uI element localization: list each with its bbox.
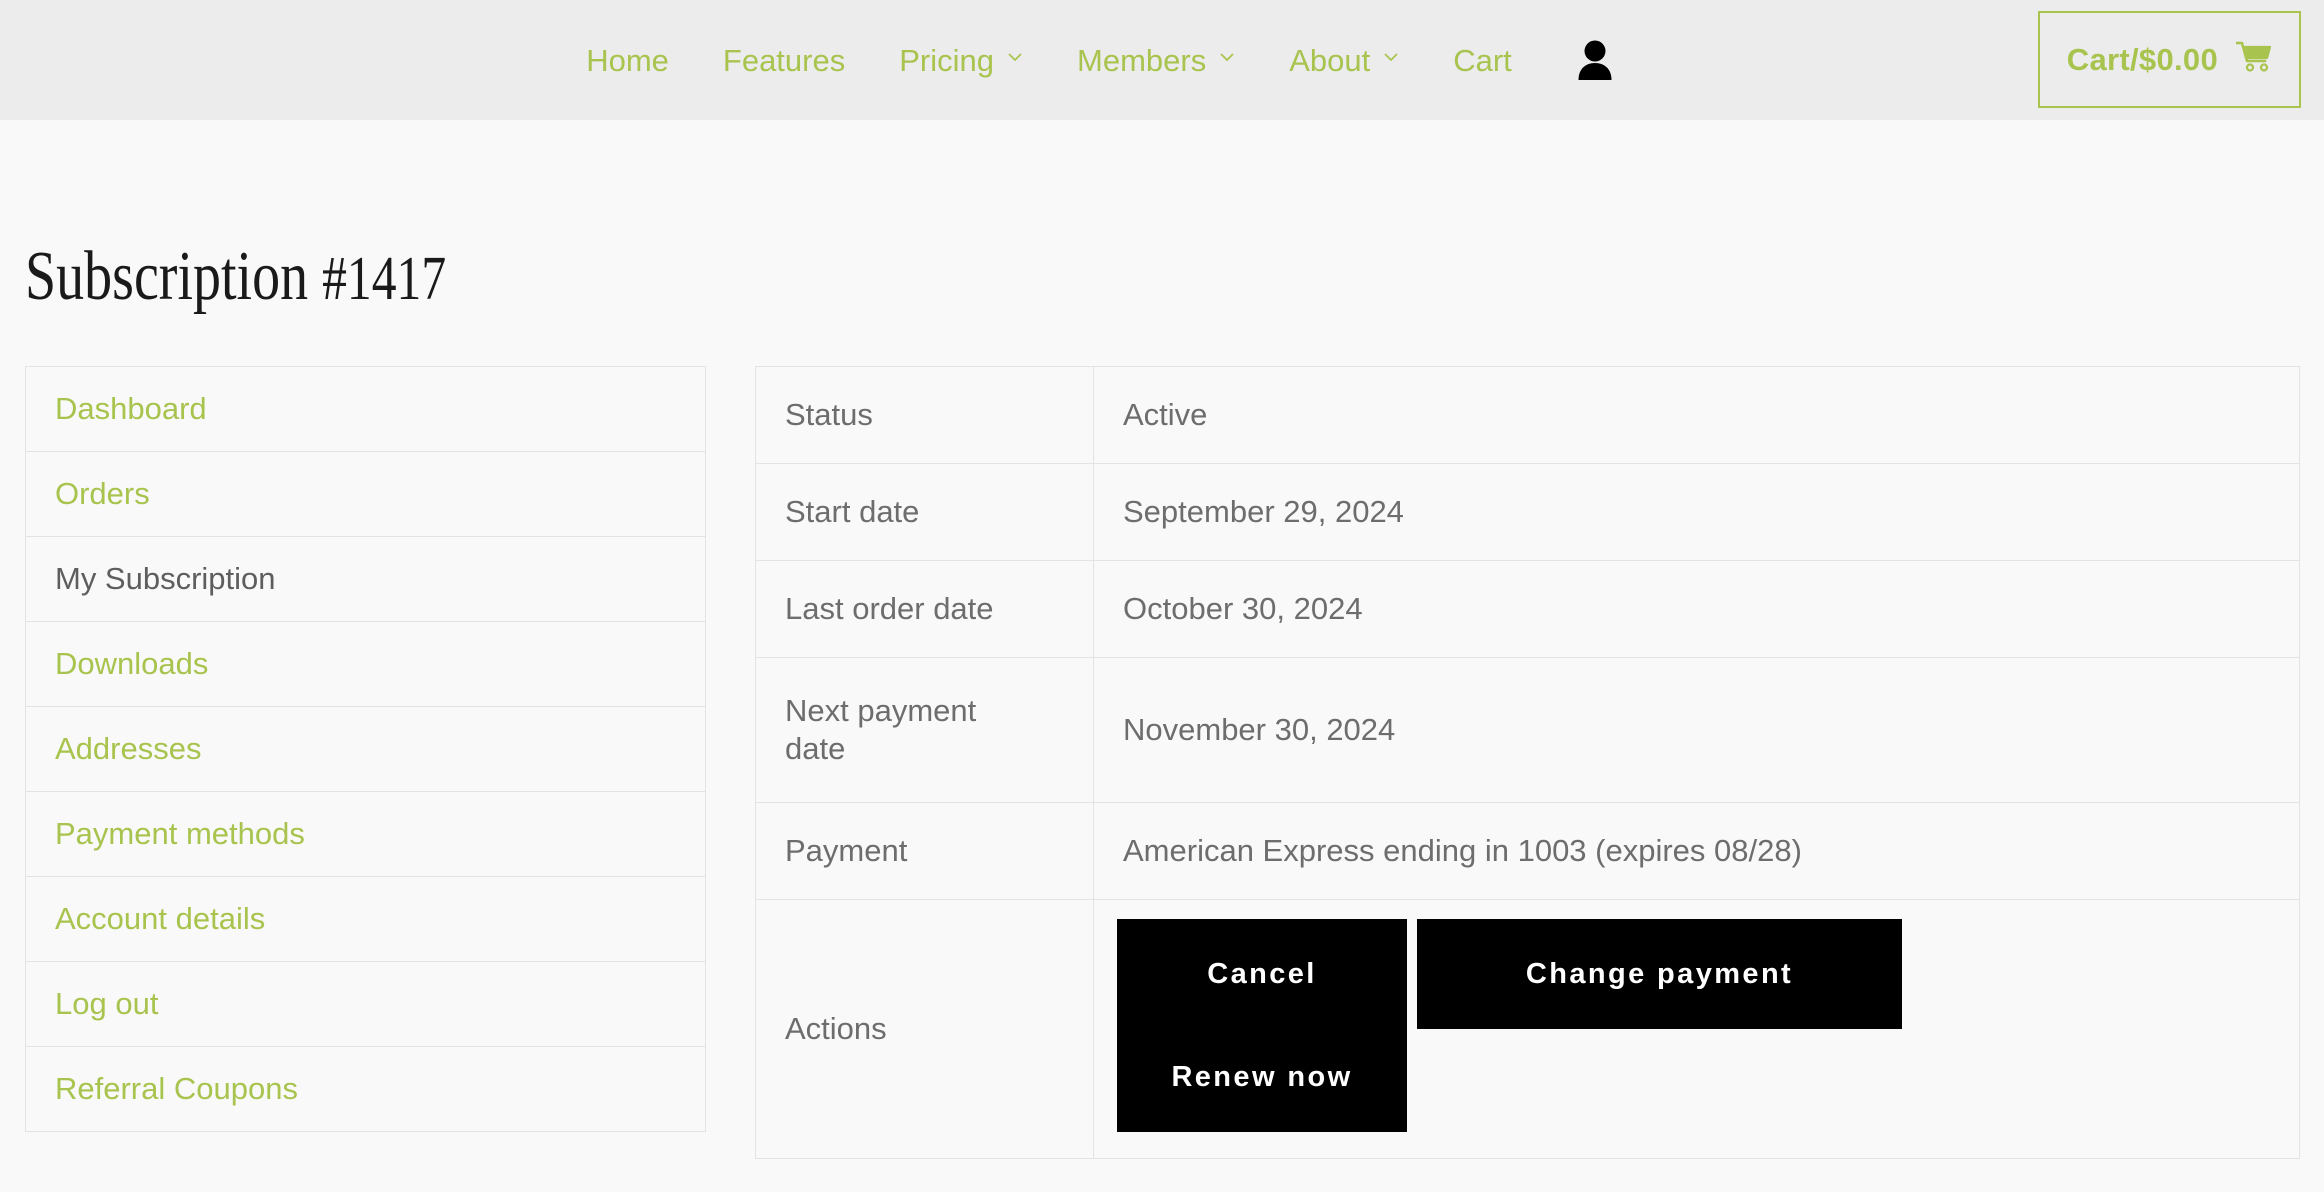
nav-item-label: Members [1077,42,1207,78]
sidebar-item-label: Referral Coupons [55,1071,298,1106]
row-label-actions: Actions [755,899,1094,1159]
row-label-start-date: Start date [755,463,1094,561]
shopping-cart-icon [2234,40,2272,80]
nav-item-features[interactable]: Features [696,45,872,76]
table-row: Start date September 29, 2024 [755,463,2300,561]
page-title: Subscription #1417 [25,242,1845,312]
primary-navigation-wrapper: Home Features Pricing Members About Cart [0,0,2324,120]
sidebar-item-label: Downloads [55,646,209,681]
sidebar-item-label: Orders [55,476,150,511]
sidebar-item-label: Dashboard [55,391,207,426]
row-label-status: Status [755,366,1094,464]
chevron-down-icon [1219,49,1235,65]
sidebar-item-referral-coupons[interactable]: Referral Coupons [26,1047,705,1132]
row-value-start-date: September 29, 2024 [1093,463,2300,561]
subscription-actions: Cancel Change payment Renew now [1117,909,2299,1149]
account-sidebar-nav: Dashboard Orders My Subscription Downloa… [25,366,706,1132]
page-title-text: Subscription [25,238,323,315]
row-label-last-order-date: Last order date [755,560,1094,658]
change-payment-button[interactable]: Change payment [1417,919,1902,1029]
subscription-details-table: Status Active Start date September 29, 2… [755,366,2300,1159]
subscription-details-wrap: Status Active Start date September 29, 2… [755,366,2300,1159]
user-account-icon[interactable] [1575,39,1615,81]
renew-now-button[interactable]: Renew now [1117,1022,1407,1132]
nav-item-home[interactable]: Home [559,45,696,76]
nav-item-label: Pricing [899,42,994,78]
site-header: Home Features Pricing Members About Cart… [0,0,2324,120]
cart-total-button[interactable]: Cart/$0.00 [2037,11,2301,108]
nav-item-pricing[interactable]: Pricing [872,45,1050,76]
sidebar-item-addresses[interactable]: Addresses [26,707,705,792]
sidebar-item-label: Payment methods [55,816,305,851]
row-label-text: Next payment date [785,693,977,766]
row-label-payment: Payment [755,802,1094,900]
nav-item-cart[interactable]: Cart [1426,45,1539,76]
account-content: Dashboard Orders My Subscription Downloa… [25,366,2300,1159]
primary-navigation: Home Features Pricing Members About Cart [559,39,1625,81]
table-row: Actions Cancel Change payment Renew now [755,899,2300,1159]
cancel-subscription-button[interactable]: Cancel [1117,919,1407,1029]
sidebar-item-label: Account details [55,901,266,936]
nav-item-label: About [1289,42,1371,78]
row-value-next-payment-date: November 30, 2024 [1093,657,2300,803]
row-value-status: Active [1093,366,2300,464]
sidebar-item-orders[interactable]: Orders [26,452,705,537]
sidebar-item-label: My Subscription [55,561,276,596]
nav-item-label: Home [586,42,669,78]
page-content: Subscription #1417 Dashboard Orders My S… [0,242,2324,1159]
cart-total-label: Cart/$0.00 [2066,41,2218,77]
row-value-payment: American Express ending in 1003 (expires… [1093,802,2300,900]
row-label-next-payment-date: Next payment date [755,657,1094,803]
sidebar-item-account-details[interactable]: Account details [26,877,705,962]
nav-item-about[interactable]: About [1262,45,1426,76]
sidebar-item-payment-methods[interactable]: Payment methods [26,792,705,877]
sidebar-item-log-out[interactable]: Log out [26,962,705,1047]
chevron-down-icon [1007,49,1023,65]
sidebar-item-dashboard[interactable]: Dashboard [26,367,705,452]
sidebar-item-label: Log out [55,986,159,1021]
nav-item-label: Features [722,42,846,78]
row-value-actions: Cancel Change payment Renew now [1093,899,2300,1159]
row-value-last-order-date: October 30, 2024 [1093,560,2300,658]
nav-item-label: Cart [1453,42,1512,78]
table-row: Next payment date November 30, 2024 [755,657,2300,803]
chevron-down-icon [1383,49,1399,65]
nav-item-members[interactable]: Members [1050,45,1262,76]
sidebar-item-label: Addresses [55,731,202,766]
table-row: Payment American Express ending in 1003 … [755,802,2300,900]
table-row: Last order date October 30, 2024 [755,560,2300,658]
sidebar-item-downloads[interactable]: Downloads [26,622,705,707]
page-title-number: #1417 [322,245,447,313]
sidebar-item-my-subscription[interactable]: My Subscription [26,537,705,622]
table-row: Status Active [755,366,2300,464]
